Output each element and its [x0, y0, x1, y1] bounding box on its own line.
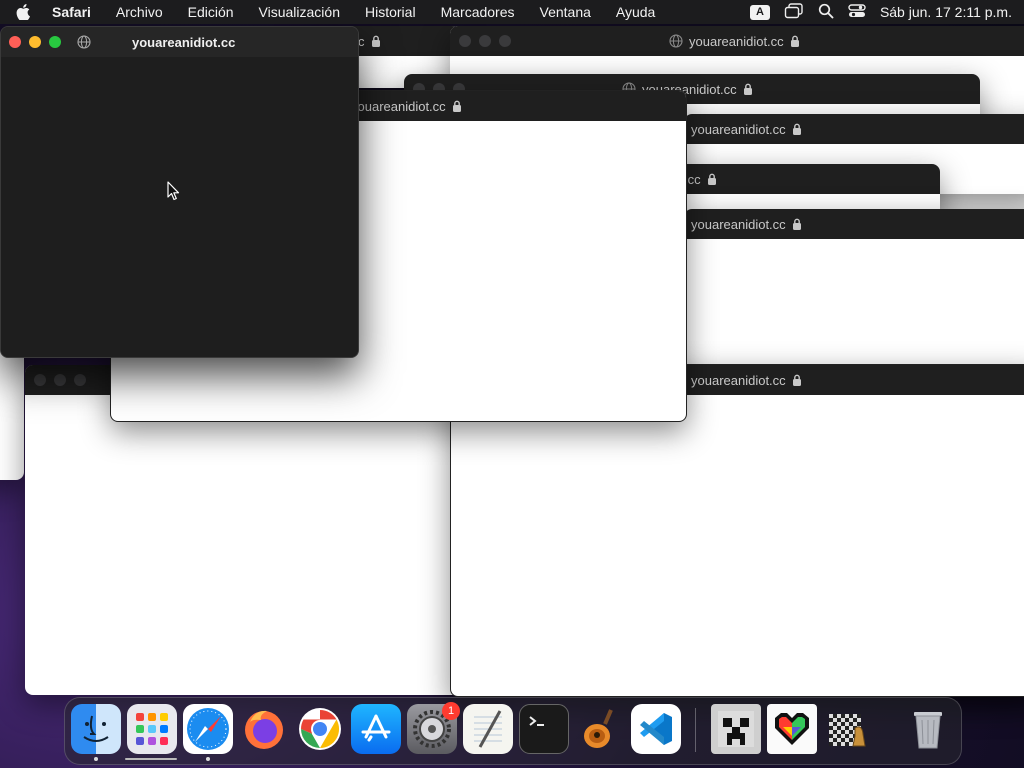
dock-divider	[695, 708, 696, 752]
notification-badge: 1	[442, 702, 460, 720]
zoom-button[interactable]	[74, 374, 86, 386]
window-controls	[9, 36, 61, 48]
window-title: youareanidiot.cc	[132, 34, 236, 50]
control-center-icon[interactable]	[848, 3, 866, 22]
browser-window[interactable]: youareanidiot.cc	[684, 209, 1024, 379]
chrome-icon[interactable]	[295, 704, 345, 754]
menu-app-name[interactable]: Safari	[52, 4, 91, 20]
close-button[interactable]	[34, 374, 46, 386]
menu-marcadores[interactable]: Marcadores	[441, 4, 515, 20]
window-url: youareanidiot.cc	[691, 217, 802, 232]
running-indicator	[94, 757, 98, 761]
window-url: c	[358, 34, 381, 49]
app-store-icon[interactable]	[351, 704, 401, 754]
globe-icon	[77, 35, 91, 49]
close-button[interactable]	[9, 36, 21, 48]
menu-historial[interactable]: Historial	[365, 4, 416, 20]
running-indicator	[206, 757, 210, 761]
input-source-badge[interactable]: A	[749, 4, 770, 20]
minecraft-icon[interactable]	[711, 704, 761, 754]
url-text: youareanidiot.cc	[691, 372, 786, 388]
window-titlebar[interactable]: youareanidiot.cc	[684, 209, 1024, 239]
lock-icon	[707, 173, 717, 185]
close-button[interactable]	[459, 35, 471, 47]
window-titlebar[interactable]: youareanidiot.cc	[1, 27, 358, 57]
minimize-button[interactable]	[479, 35, 491, 47]
status-area: A Sáb jun. 17 2:11 p.m.	[736, 0, 1012, 24]
pixel-heart-icon[interactable]	[767, 704, 817, 754]
menu-bar: Safari Archivo Edición Visualización His…	[0, 0, 1024, 24]
window-url: youareanidiot.cc	[691, 122, 802, 137]
minimize-button[interactable]	[29, 36, 41, 48]
dock: 1	[64, 697, 962, 765]
safari-icon[interactable]	[183, 704, 233, 754]
url-text: youareanidiot.cc	[691, 121, 786, 137]
apple-menu-icon[interactable]	[16, 4, 38, 20]
window-titlebar[interactable]: youareanidiot.cc	[450, 26, 1024, 56]
menu-visualizacion[interactable]: Visualización	[259, 4, 340, 20]
vscode-icon[interactable]	[631, 704, 681, 754]
menubar-clock[interactable]: Sáb jun. 17 2:11 p.m.	[880, 4, 1012, 20]
lock-icon	[792, 374, 802, 386]
menu-edicion[interactable]: Edición	[188, 4, 234, 20]
drag-indicator	[125, 758, 177, 760]
terminal-icon[interactable]	[519, 704, 569, 754]
window-url: youareanidiot.cc	[691, 373, 802, 388]
zoom-button[interactable]	[499, 35, 511, 47]
menu-ventana[interactable]: Ventana	[540, 4, 591, 20]
zoom-button[interactable]	[49, 36, 61, 48]
url-text: youareanidiot.cc	[351, 98, 446, 114]
lock-icon	[792, 218, 802, 230]
lock-icon	[790, 35, 800, 47]
lock-icon	[371, 35, 381, 47]
window-url: youareanidiot.cc	[351, 99, 462, 114]
window-controls	[459, 35, 511, 47]
menu-archivo[interactable]: Archivo	[116, 4, 163, 20]
finder-icon[interactable]	[71, 704, 121, 754]
menu-ayuda[interactable]: Ayuda	[616, 4, 655, 20]
lock-icon	[792, 123, 802, 135]
minimize-button[interactable]	[54, 374, 66, 386]
url-text: youareanidiot.cc	[691, 216, 786, 232]
mouse-pointer-icon	[167, 181, 181, 206]
window-titlebar[interactable]: youareanidiot.cc	[684, 114, 1024, 144]
search-icon[interactable]	[818, 3, 834, 22]
garageband-icon[interactable]	[575, 704, 625, 754]
globe-icon	[669, 34, 683, 48]
lock-icon	[743, 83, 753, 95]
textedit-icon[interactable]	[463, 704, 513, 754]
window-stack-icon[interactable]	[784, 2, 804, 22]
window-controls	[34, 374, 86, 386]
chess-icon[interactable]	[823, 704, 873, 754]
trash-icon[interactable]	[903, 704, 953, 754]
window-url: youareanidiot.cc	[669, 34, 800, 49]
url-text: youareanidiot.cc	[689, 33, 784, 49]
lock-icon	[452, 100, 462, 112]
window-url: .cc	[684, 172, 717, 187]
firefox-icon[interactable]	[239, 704, 289, 754]
page-content[interactable]	[1, 57, 358, 357]
launchpad-icon[interactable]	[127, 704, 177, 754]
